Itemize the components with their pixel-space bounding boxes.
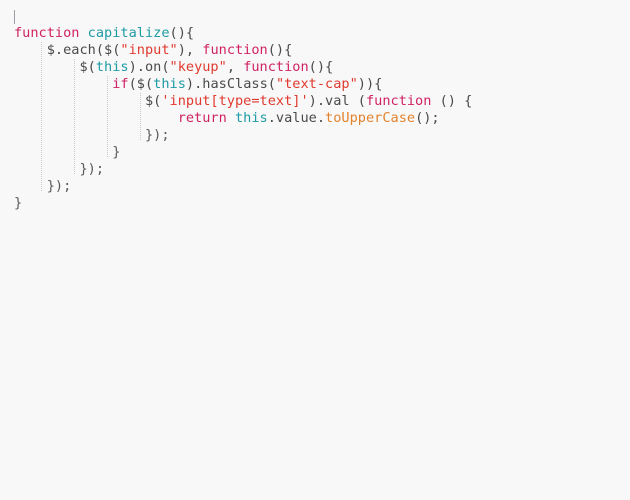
code-token-plain: )){ — [357, 76, 383, 92]
code-token-plain: (){ — [267, 42, 293, 58]
code-token-brace: }); — [14, 178, 72, 194]
code-token-this: this — [153, 76, 186, 92]
text-caret — [14, 10, 15, 24]
code-line[interactable] — [0, 8, 630, 25]
code-token-kw: if — [112, 76, 129, 92]
code-line[interactable]: }); — [0, 161, 630, 178]
code-line[interactable]: return this.value.toUpperCase(); — [0, 110, 630, 127]
code-token-plain: () { — [431, 93, 473, 109]
code-line[interactable]: } — [0, 144, 630, 161]
code-token-kw: function — [243, 59, 309, 75]
code-token-str: "text-cap" — [275, 76, 358, 92]
code-token-method: toUpperCase — [325, 110, 416, 126]
code-line[interactable]: $.each($("input"), function(){ — [0, 42, 630, 59]
code-token-kw: function — [202, 42, 268, 58]
code-editor-viewport[interactable]: function capitalize(){ $.each($("input")… — [0, 0, 630, 500]
code-token-brace: }); — [14, 127, 170, 143]
code-token-fn: capitalize — [87, 25, 170, 41]
code-token-str: "input" — [120, 42, 178, 58]
code-token-brace: } — [14, 144, 121, 160]
code-token-plain: .value. — [267, 110, 326, 126]
code-token-brace: }); — [14, 161, 105, 177]
code-token-plain: (); — [415, 110, 440, 126]
code-line[interactable]: $('input[type=text]').val (function () { — [0, 93, 630, 110]
code-token-plain: .each($( — [54, 42, 121, 58]
code-token-this: this — [234, 110, 268, 126]
code-token-str: 'input[type=text]' — [161, 93, 309, 109]
code-token-brace: } — [14, 195, 23, 211]
code-token-plain: (){ — [169, 25, 195, 41]
code-token-plain: (){ — [308, 59, 334, 75]
code-token-plain: , — [226, 59, 244, 75]
code-token-plain: $( — [14, 59, 96, 75]
code-token-plain: ($( — [128, 76, 154, 92]
code-token-plain: ).hasClass( — [185, 76, 276, 92]
code-token-this: this — [95, 59, 129, 75]
code-text-surface[interactable]: function capitalize(){ $.each($("input")… — [0, 0, 630, 500]
code-line[interactable]: if($(this).hasClass("text-cap")){ — [0, 76, 630, 93]
code-line[interactable]: }); — [0, 127, 630, 144]
code-token-str: "keyup" — [169, 59, 227, 75]
code-line[interactable]: function capitalize(){ — [0, 25, 630, 42]
code-token-plain: ), — [177, 42, 203, 58]
code-token-plain: ).val ( — [308, 93, 366, 109]
code-token-plain: ).on( — [128, 59, 170, 75]
code-token-kw: function — [14, 25, 80, 41]
code-token-kw: return — [177, 110, 227, 126]
code-line[interactable]: $(this).on("keyup", function(){ — [0, 59, 630, 76]
code-token-kw: function — [365, 93, 432, 109]
code-token-plain: $ — [14, 42, 55, 58]
code-line[interactable]: } — [0, 195, 630, 212]
code-line[interactable]: }); — [0, 178, 630, 195]
code-token-plain: $( — [14, 93, 162, 109]
